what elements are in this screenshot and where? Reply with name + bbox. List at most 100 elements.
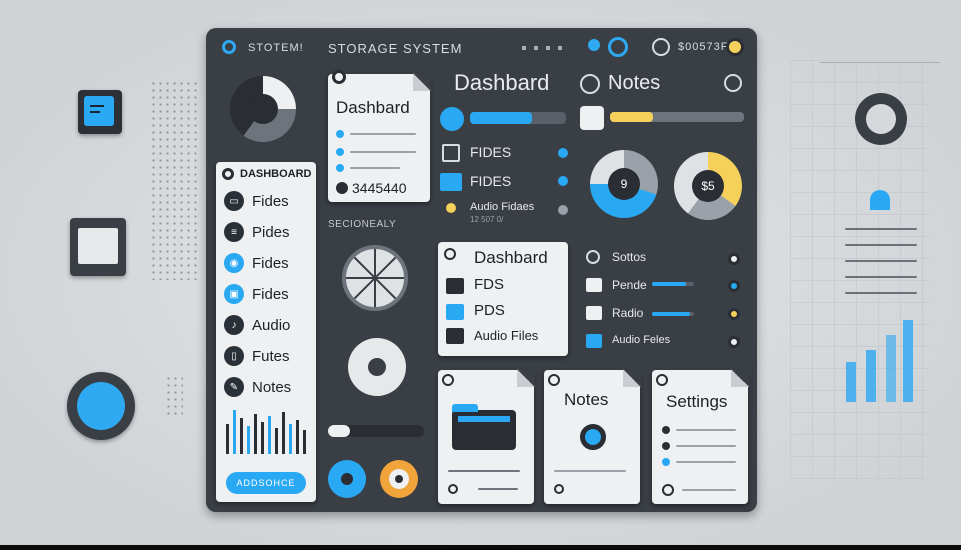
sidebar-item-label: Fides	[252, 254, 289, 272]
folder-card[interactable]	[438, 369, 535, 504]
text-line	[350, 167, 400, 169]
folder-icon: ▭	[224, 191, 244, 211]
logo-text: STOTEM!	[248, 42, 304, 54]
small-icon	[554, 484, 564, 494]
dot-pattern	[150, 80, 200, 280]
right-line	[845, 260, 917, 262]
gear-icon[interactable]	[348, 338, 406, 396]
sidebar-item-label: Futes	[252, 347, 290, 365]
settings-card-title: Settings	[666, 392, 728, 411]
sidebar-item-label: Fides	[252, 285, 289, 303]
list-card-item-0[interactable]: FDS	[474, 276, 504, 293]
sidebar-item-3[interactable]: ▣ Fides	[224, 283, 289, 305]
pin-icon	[332, 70, 346, 84]
pie-chart-1: 9	[590, 150, 658, 218]
section-label: SECIONEALY	[328, 219, 397, 230]
audio-feles-icon	[586, 334, 602, 348]
menu-dot	[522, 46, 526, 50]
notes-title: Notes	[608, 72, 661, 94]
bookmark-icon[interactable]	[580, 106, 604, 130]
list-card-item-1[interactable]: PDS	[474, 302, 505, 319]
text-line	[478, 488, 518, 490]
right-dial[interactable]	[855, 93, 907, 145]
page-fold	[731, 369, 749, 387]
text-line	[448, 470, 520, 472]
sidebar-item-6[interactable]: ✎ Notes	[224, 376, 291, 398]
dashboard-card: Dashbard 3445440	[328, 70, 431, 202]
text-line	[554, 470, 626, 472]
header-code: $00573F	[678, 41, 729, 53]
menu-dot	[534, 46, 538, 50]
orange-dial-icon[interactable]	[380, 460, 418, 498]
toggle-dot[interactable]	[728, 253, 740, 265]
left-widget-top[interactable]	[78, 90, 122, 134]
add-source-button[interactable]: ADDSOHCE	[226, 472, 306, 494]
settings-list-icon	[586, 250, 600, 264]
list-icon: ≡	[224, 222, 244, 242]
box-icon: ▣	[224, 284, 244, 304]
sidebar-item-label: Notes	[252, 378, 292, 396]
list-card-item-2[interactable]: Audio Files	[474, 328, 538, 343]
clock-icon[interactable]	[652, 38, 670, 56]
toggle-slider[interactable]	[328, 425, 424, 437]
text-line	[350, 133, 416, 135]
bullet-icon	[662, 426, 670, 434]
toggle-dot[interactable]	[728, 280, 740, 292]
settings-card[interactable]: Settings	[652, 369, 749, 504]
status-icon[interactable]	[588, 39, 600, 51]
notes-card[interactable]: Notes	[544, 369, 641, 504]
blue-dial-icon[interactable]	[328, 460, 366, 498]
right-list-item-3[interactable]: Audio Feles	[612, 334, 670, 346]
toggle-dot[interactable]	[728, 336, 740, 348]
status-dot[interactable]	[558, 176, 568, 186]
left-widget-dial[interactable]	[67, 372, 135, 440]
sidebar-item-1[interactable]: ≡ Pides	[224, 221, 290, 243]
toggle-dot[interactable]	[728, 308, 740, 320]
sidebar-item-0[interactable]: ▭ Fides	[224, 190, 289, 212]
chart-bar	[846, 362, 856, 402]
text-line	[682, 489, 736, 491]
right-divider	[820, 62, 940, 63]
sidebar-item-4[interactable]: ♪ Audio	[224, 314, 290, 336]
chart-bar	[903, 320, 913, 402]
bell-icon	[870, 190, 890, 210]
sync-icon[interactable]	[608, 37, 628, 57]
network-wheel-icon	[342, 245, 408, 311]
status-dot[interactable]	[558, 205, 568, 215]
dashboard-card-title: Dashbard	[336, 98, 410, 117]
small-icon	[448, 484, 458, 494]
sync-button[interactable]	[440, 107, 464, 131]
file-icon: ▯	[224, 346, 244, 366]
text-line	[676, 461, 736, 463]
bullet-icon	[662, 442, 670, 450]
audio-files-icon	[446, 328, 464, 344]
page-fold	[517, 369, 535, 387]
logo-icon	[222, 40, 236, 54]
left-widget-mid[interactable]	[70, 218, 126, 276]
right-line	[845, 244, 917, 246]
settings-icon[interactable]	[726, 38, 744, 56]
pending-icon	[586, 278, 602, 292]
donut-center	[248, 94, 278, 124]
menu-dot	[558, 46, 562, 50]
right-list-item-2[interactable]: Radio	[612, 306, 643, 320]
main-panel: STOTEM! STORAGE SYSTEM $00573F DASHBOARD…	[206, 28, 757, 512]
arrow-icon[interactable]	[724, 74, 742, 92]
sidebar-item-2[interactable]: ◉ Fides	[224, 252, 289, 274]
sidebar-item-label: Audio	[252, 316, 291, 334]
sidebar-item-label: Pides	[252, 223, 290, 241]
slider-knob[interactable]	[328, 425, 350, 437]
chart-bar	[886, 335, 896, 402]
app-title: STORAGE SYSTEM	[328, 41, 463, 56]
main-title: Dashbard	[454, 70, 550, 95]
status-dot[interactable]	[558, 148, 568, 158]
audio-file-icon	[446, 203, 456, 213]
pin-icon	[548, 374, 560, 386]
small-icon	[662, 484, 674, 496]
right-list-item-1[interactable]: Pende	[612, 278, 647, 292]
right-list-item-0[interactable]: Sottos	[612, 250, 646, 264]
note-icon	[84, 96, 114, 126]
audio-equalizer	[226, 410, 306, 454]
pds-icon	[446, 304, 464, 320]
sidebar-item-5[interactable]: ▯ Futes	[224, 345, 290, 367]
